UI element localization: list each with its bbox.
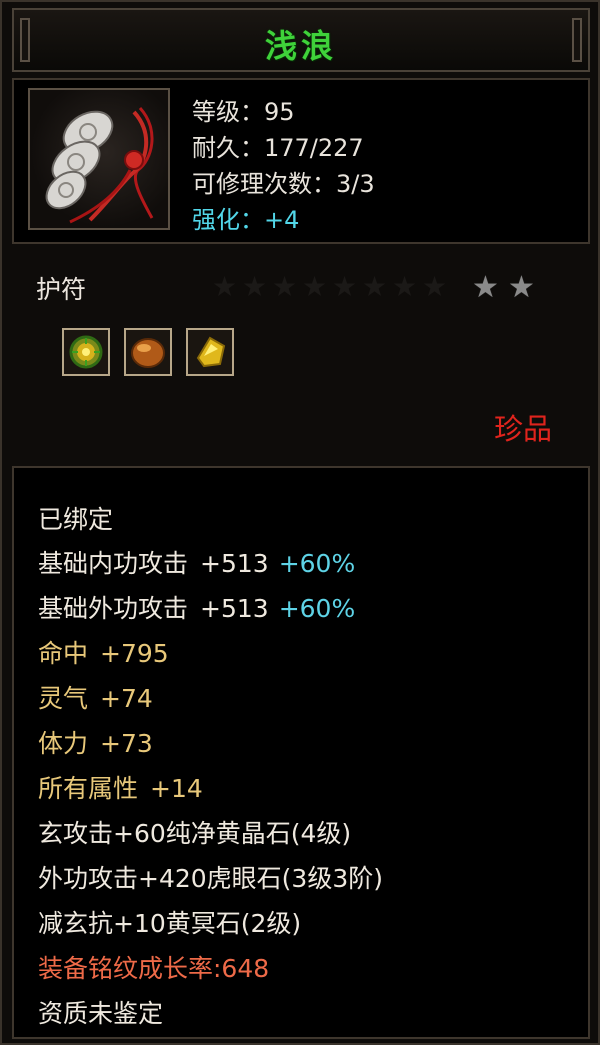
star-empty-icon: ★ (212, 270, 238, 303)
attr-hit: 命中 +795 (38, 639, 169, 668)
star-empty-icon: ★ (362, 270, 388, 303)
star-empty-icon: ★ (392, 270, 418, 303)
socket-gem-2: 外功攻击+420虎眼石(3级3阶) (38, 864, 383, 893)
star-filled-icon: ★ (508, 270, 535, 305)
star-empty-icon: ★ (242, 270, 268, 303)
star-empty-icon: ★ (422, 270, 448, 303)
item-level: 等级：95 (192, 98, 295, 126)
socket-gem-3: 减玄抗+10黄冥石(2级) (38, 909, 302, 938)
item-enhance-level: 强化：+4 (192, 206, 300, 234)
attr-all: 所有属性 +14 (38, 774, 203, 803)
star-empty-icon: ★ (332, 270, 358, 303)
title-bar: 浅浪 (12, 8, 590, 72)
quality-label: 珍品 (493, 412, 552, 446)
item-repair-count: 可修理次数：3/3 (192, 170, 375, 198)
item-durability: 耐久：177/227 (192, 134, 364, 162)
attr-spirit: 灵气 +74 (38, 684, 153, 713)
item-tooltip: 浅浪 等级：95 耐久：177/227 可修理次数：3/3 强化：+4 护符 ★… (0, 0, 600, 1045)
yellow-crystal-icon[interactable] (186, 328, 234, 376)
green-gem-icon[interactable] (62, 328, 110, 376)
aptitude-status: 资质未鉴定 (38, 999, 164, 1028)
bound-status: 已绑定 (38, 505, 114, 534)
attribute-list: 已绑定 基础内功攻击 +513 +60% 基础外功攻击 +513 +60% 命中 +795… (12, 466, 590, 1039)
star-empty-icon: ★ (302, 270, 328, 303)
attr-internal-attack: 基础内功攻击 +513 +60% (38, 549, 356, 578)
attr-external-attack: 基础外功攻击 +513 +60% (38, 594, 356, 623)
amber-gem-icon[interactable] (124, 328, 172, 376)
star-empty-icon: ★ (272, 270, 298, 303)
item-name: 浅浪 (264, 27, 337, 65)
item-type: 护符 (36, 275, 87, 304)
star-filled-icon: ★ (472, 270, 499, 305)
growth-rate: 装备铭纹成长率:648 (38, 954, 270, 983)
amulet-icon (28, 88, 170, 230)
attr-stamina: 体力 +73 (38, 729, 153, 758)
socket-gem-1: 玄攻击+60纯净黄晶石(4级) (38, 819, 352, 848)
item-summary: 等级：95 耐久：177/227 可修理次数：3/3 强化：+4 (12, 78, 590, 244)
